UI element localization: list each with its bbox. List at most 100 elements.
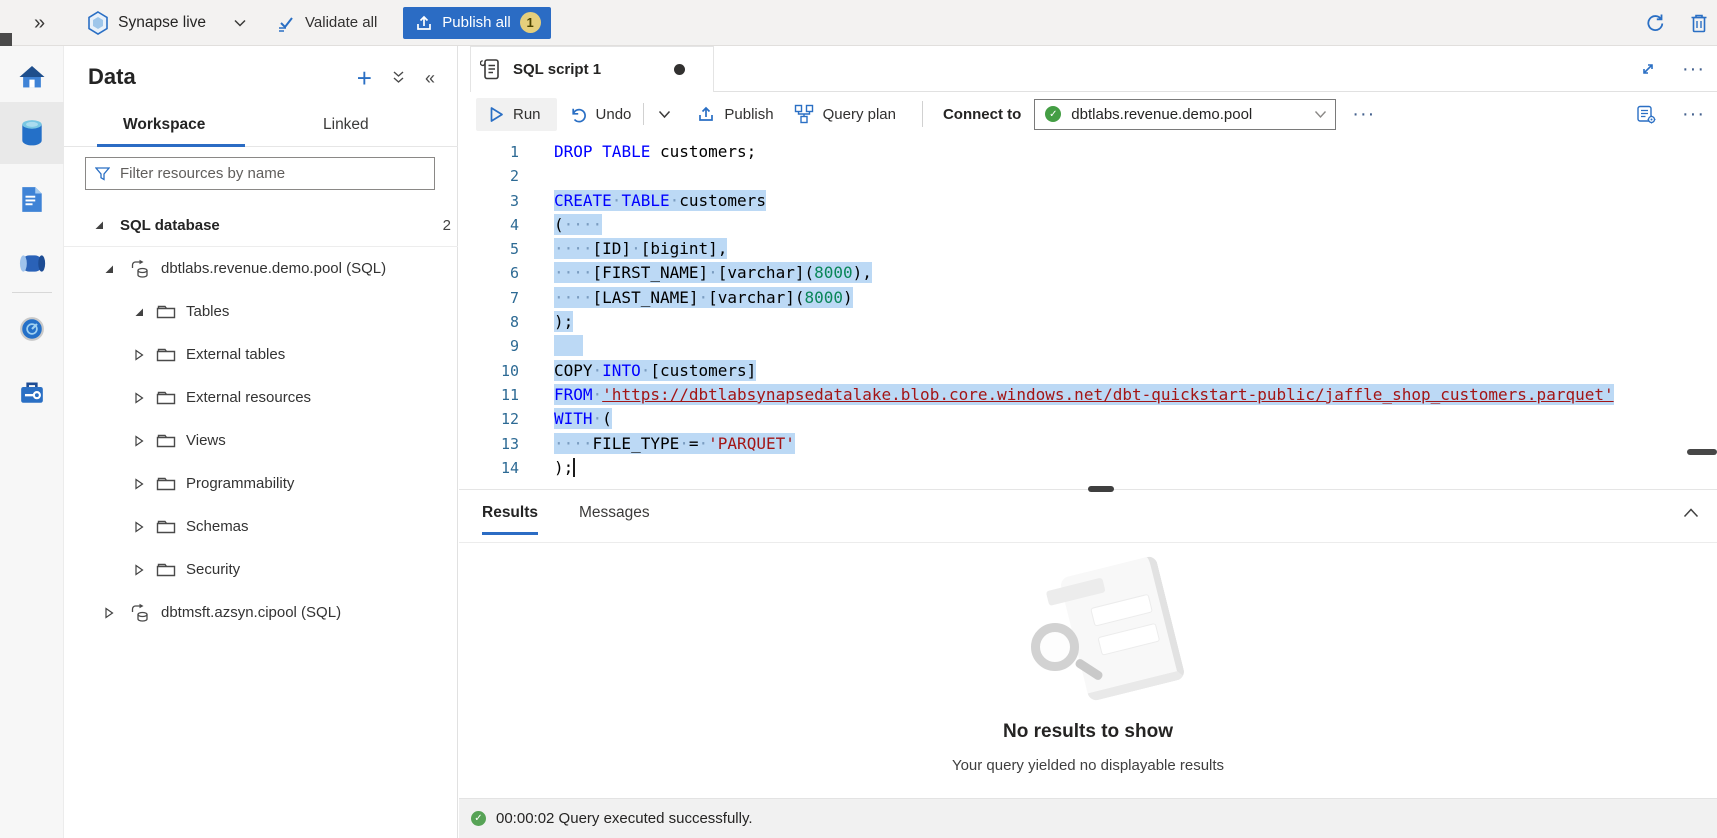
nav-data-button[interactable] (0, 102, 64, 164)
connect-to-dropdown[interactable]: ✓ dbtlabs.revenue.demo.pool (1034, 99, 1336, 130)
expand-nav-icon[interactable]: » (34, 13, 45, 33)
line-number: 14 (459, 456, 519, 480)
tree-item-programmability[interactable]: Programmability (64, 462, 458, 505)
nav-home-button[interactable] (0, 46, 64, 108)
nav-develop-button[interactable] (0, 168, 64, 230)
publish-all-button[interactable]: Publish all 1 (403, 7, 550, 39)
query-plan-label: Query plan (823, 106, 896, 123)
active-tab-underline (97, 144, 245, 147)
tree-item-views[interactable]: Views (64, 419, 458, 462)
data-icon (19, 119, 45, 147)
line-number: 7 (459, 286, 519, 310)
filter-funnel-icon (95, 167, 110, 181)
tab-sql-script-1[interactable]: SQL script 1 (470, 46, 714, 92)
resource-tree: SQL database2 dbtlabs.revenue.demo.pool (… (64, 204, 458, 634)
code-line[interactable]: 11FROM·'https://dbtlabsynapsedatalake.bl… (459, 383, 1717, 407)
tree-item-label: dbtlabs.revenue.demo.pool (SQL) (161, 260, 386, 277)
success-check-icon: ✓ (471, 811, 486, 826)
code-line[interactable]: 7····[LAST_NAME]·[varchar](8000) (459, 286, 1717, 310)
run-button[interactable]: Run (476, 98, 557, 131)
results-body: No results to show Your query yielded no… (459, 543, 1717, 798)
monitor-icon (19, 316, 45, 342)
no-results-illustration (1031, 565, 1171, 700)
tab-workspace[interactable]: Workspace (123, 116, 205, 134)
collapse-all-icon[interactable] (392, 71, 405, 85)
tree-item-label: External resources (186, 389, 311, 406)
code-line[interactable]: 13····FILE_TYPE·=·'PARQUET' (459, 432, 1717, 456)
tree-item-security[interactable]: Security (64, 548, 458, 591)
editor-scrollbar-thumb[interactable] (1687, 449, 1717, 455)
line-number: 9 (459, 334, 519, 358)
code-line[interactable]: 10COPY·INTO·[customers] (459, 359, 1717, 383)
code-line[interactable]: 12WITH·( (459, 407, 1717, 431)
undo-button[interactable]: Undo (569, 106, 632, 123)
collapsed-arrow-icon[interactable] (133, 521, 145, 533)
collapsed-arrow-icon[interactable] (133, 349, 145, 361)
tab-more-actions-icon[interactable]: ··· (1682, 64, 1705, 74)
line-number: 5 (459, 237, 519, 261)
publish-count-badge: 1 (520, 12, 541, 33)
tree-item-external-tables[interactable]: External tables (64, 333, 458, 376)
line-number: 6 (459, 261, 519, 285)
query-plan-button[interactable]: Query plan (794, 104, 896, 124)
code-line[interactable]: 1DROP TABLE customers; (459, 140, 1717, 164)
publish-button[interactable]: Publish (697, 105, 773, 123)
expand-editor-icon[interactable] (1640, 61, 1656, 77)
tree-item-dbtlabs-revenue-demo-pool-sql[interactable]: dbtlabs.revenue.demo.pool (SQL) (64, 247, 458, 290)
tree-item-label: Schemas (186, 518, 249, 535)
code-line[interactable]: 3CREATE·TABLE·customers (459, 189, 1717, 213)
expanded-arrow-icon[interactable] (133, 307, 145, 317)
editor-toolbar: Run Undo Publish (459, 92, 1717, 136)
expanded-arrow-icon[interactable] (93, 220, 105, 230)
main-area: SQL script 1 ··· Run U (459, 46, 1717, 838)
collapsed-arrow-icon[interactable] (133, 435, 145, 447)
tree-item-dbtmsft-azsyn-cipool-sql[interactable]: dbtmsft.azsyn.cipool (SQL) (64, 591, 458, 634)
run-label: Run (513, 106, 541, 123)
code-line[interactable]: 2 (459, 164, 1717, 188)
connect-to-label: Connect to (943, 106, 1021, 123)
collapsed-arrow-icon[interactable] (133, 392, 145, 404)
code-line[interactable]: 6····[FIRST_NAME]·[varchar](8000), (459, 261, 1717, 285)
publish-label: Publish (724, 106, 773, 123)
discard-all-icon[interactable] (1689, 13, 1709, 34)
tree-item-label: Tables (186, 303, 229, 320)
collapse-results-icon[interactable] (1683, 508, 1699, 518)
collapsed-arrow-icon[interactable] (133, 478, 145, 490)
nav-manage-button[interactable] (0, 362, 64, 424)
code-editor[interactable]: 1DROP TABLE customers;23CREATE·TABLE·cus… (459, 136, 1717, 489)
tab-messages[interactable]: Messages (579, 504, 650, 532)
add-resource-icon[interactable]: + (357, 68, 372, 88)
line-number: 4 (459, 213, 519, 237)
tree-item-label: SQL database (120, 217, 220, 234)
tree-item-external-resources[interactable]: External resources (64, 376, 458, 419)
expanded-arrow-icon[interactable] (103, 264, 115, 274)
nav-monitor-button[interactable] (0, 298, 64, 360)
nav-integrate-button[interactable] (0, 232, 64, 294)
tree-item-label: Views (186, 432, 226, 449)
line-number: 3 (459, 189, 519, 213)
refresh-icon[interactable] (1645, 13, 1665, 33)
editor-more-actions-icon[interactable]: ··· (1682, 109, 1705, 119)
collapse-panel-icon[interactable]: « (425, 69, 435, 87)
code-line[interactable]: 5····[ID]·[bigint], (459, 237, 1717, 261)
tab-results[interactable]: Results (482, 504, 538, 535)
tree-item-schemas[interactable]: Schemas (64, 505, 458, 548)
code-line[interactable]: 8); (459, 310, 1717, 334)
document-tab-bar: SQL script 1 ··· (459, 46, 1717, 92)
filter-input[interactable] (118, 164, 434, 183)
line-number: 2 (459, 164, 519, 188)
mode-selector[interactable]: Synapse live (87, 11, 206, 35)
code-line[interactable]: 4(···· (459, 213, 1717, 237)
tree-item-tables[interactable]: Tables (64, 290, 458, 333)
undo-redo-chevron-icon[interactable] (654, 106, 675, 123)
code-line[interactable]: 9 (459, 334, 1717, 358)
collapsed-arrow-icon[interactable] (103, 607, 115, 619)
script-properties-icon[interactable] (1637, 105, 1656, 124)
chevron-down-icon[interactable] (234, 19, 246, 27)
collapsed-arrow-icon[interactable] (133, 564, 145, 576)
validate-all-button[interactable]: Validate all (276, 13, 377, 33)
toolbar-more-icon[interactable]: ··· (1352, 109, 1375, 119)
tree-item-sql-database[interactable]: SQL database2 (64, 204, 458, 247)
code-line[interactable]: 14); (459, 456, 1717, 480)
tab-linked[interactable]: Linked (323, 116, 369, 134)
